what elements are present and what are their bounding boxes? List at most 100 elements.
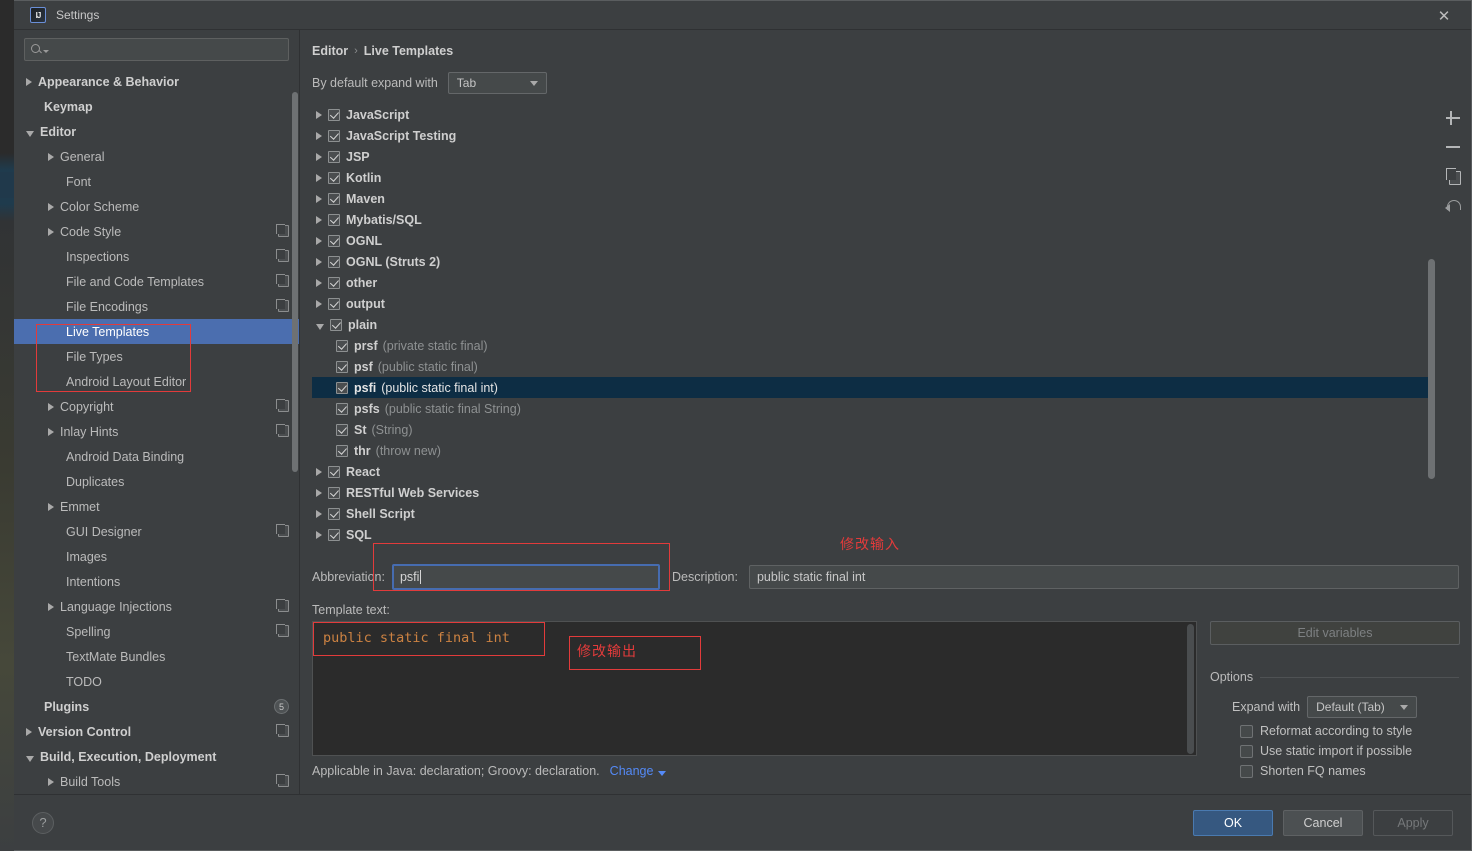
template-editor-scrollbar[interactable]: [1187, 624, 1194, 754]
template-row[interactable]: output: [312, 293, 1435, 314]
template-row[interactable]: Shell Script: [312, 503, 1435, 524]
sidebar-item-plugins[interactable]: Plugins5: [14, 694, 299, 719]
template-checkbox[interactable]: [328, 256, 340, 268]
templates-scrollbar[interactable]: [1428, 259, 1435, 479]
sidebar-scrollbar[interactable]: [292, 92, 298, 472]
template-row[interactable]: JavaScript: [312, 104, 1435, 125]
template-checkbox[interactable]: [336, 361, 348, 373]
template-checkbox[interactable]: [328, 298, 340, 310]
sidebar-item-intentions[interactable]: Intentions: [14, 569, 299, 594]
sidebar-item-images[interactable]: Images: [14, 544, 299, 569]
template-checkbox[interactable]: [328, 529, 340, 541]
ok-button[interactable]: OK: [1193, 810, 1273, 836]
chevron-right-icon[interactable]: [48, 228, 54, 236]
checkbox[interactable]: [1240, 765, 1253, 778]
template-checkbox[interactable]: [328, 508, 340, 520]
template-row[interactable]: prsf(private static final): [312, 335, 1435, 356]
chevron-right-icon[interactable]: [316, 489, 322, 497]
chevron-right-icon[interactable]: [48, 153, 54, 161]
undo-icon[interactable]: [1443, 195, 1463, 215]
template-row[interactable]: thr(throw new): [312, 440, 1435, 461]
templates-tree[interactable]: JavaScriptJavaScript TestingJSPKotlinMav…: [312, 104, 1435, 548]
chevron-right-icon[interactable]: [316, 237, 322, 245]
sidebar-item-android-layout-editor[interactable]: Android Layout Editor: [14, 369, 299, 394]
settings-tree[interactable]: Appearance & BehaviorKeymapEditorGeneral…: [14, 67, 299, 794]
chevron-right-icon[interactable]: [48, 503, 54, 511]
template-checkbox[interactable]: [328, 151, 340, 163]
chevron-right-icon[interactable]: [48, 403, 54, 411]
template-row[interactable]: St(String): [312, 419, 1435, 440]
template-row[interactable]: other: [312, 272, 1435, 293]
template-row[interactable]: RESTful Web Services: [312, 482, 1435, 503]
template-row[interactable]: OGNL (Struts 2): [312, 251, 1435, 272]
chevron-down-icon[interactable]: [26, 756, 34, 762]
template-checkbox[interactable]: [336, 382, 348, 394]
plus-icon[interactable]: [1443, 108, 1463, 128]
option-checkbox-row[interactable]: Reformat according to style: [1210, 724, 1459, 738]
abbreviation-input[interactable]: psfi: [392, 564, 660, 590]
sidebar-item-build-execution-deployment[interactable]: Build, Execution, Deployment: [14, 744, 299, 769]
template-row[interactable]: JSP: [312, 146, 1435, 167]
template-row[interactable]: Mybatis/SQL: [312, 209, 1435, 230]
template-checkbox[interactable]: [328, 130, 340, 142]
chevron-down-icon[interactable]: [26, 131, 34, 137]
template-row[interactable]: JavaScript Testing: [312, 125, 1435, 146]
sidebar-item-build-tools[interactable]: Build Tools: [14, 769, 299, 794]
sidebar-item-inlay-hints[interactable]: Inlay Hints: [14, 419, 299, 444]
help-icon[interactable]: ?: [32, 812, 54, 834]
option-checkbox-row[interactable]: Shorten FQ names: [1210, 764, 1459, 778]
sidebar-item-file-types[interactable]: File Types: [14, 344, 299, 369]
sidebar-item-language-injections[interactable]: Language Injections: [14, 594, 299, 619]
chevron-right-icon[interactable]: [316, 510, 322, 518]
sidebar-item-live-templates[interactable]: Live Templates: [14, 319, 299, 344]
sidebar-item-keymap[interactable]: Keymap: [14, 94, 299, 119]
template-row[interactable]: psf(public static final): [312, 356, 1435, 377]
chevron-right-icon[interactable]: [316, 279, 322, 287]
sidebar-item-todo[interactable]: TODO: [14, 669, 299, 694]
template-checkbox[interactable]: [336, 403, 348, 415]
chevron-right-icon[interactable]: [316, 300, 322, 308]
template-checkbox[interactable]: [328, 193, 340, 205]
template-checkbox[interactable]: [336, 445, 348, 457]
template-row[interactable]: Maven: [312, 188, 1435, 209]
checkbox[interactable]: [1240, 725, 1253, 738]
sidebar-item-textmate-bundles[interactable]: TextMate Bundles: [14, 644, 299, 669]
template-checkbox[interactable]: [328, 277, 340, 289]
sidebar-item-color-scheme[interactable]: Color Scheme: [14, 194, 299, 219]
cancel-button[interactable]: Cancel: [1283, 810, 1363, 836]
sidebar-item-inspections[interactable]: Inspections: [14, 244, 299, 269]
template-checkbox[interactable]: [328, 109, 340, 121]
template-checkbox[interactable]: [336, 424, 348, 436]
chevron-right-icon[interactable]: [48, 778, 54, 786]
template-checkbox[interactable]: [328, 214, 340, 226]
expand-with-select[interactable]: Default (Tab): [1307, 696, 1417, 718]
chevron-right-icon[interactable]: [48, 603, 54, 611]
chevron-right-icon[interactable]: [26, 728, 32, 736]
chevron-right-icon[interactable]: [316, 216, 322, 224]
template-checkbox[interactable]: [328, 172, 340, 184]
sidebar-item-android-data-binding[interactable]: Android Data Binding: [14, 444, 299, 469]
chevron-right-icon[interactable]: [316, 132, 322, 140]
sidebar-item-editor[interactable]: Editor: [14, 119, 299, 144]
template-row[interactable]: plain: [312, 314, 1435, 335]
description-input[interactable]: public static final int: [749, 565, 1459, 589]
checkbox[interactable]: [1240, 745, 1253, 758]
sidebar-item-copyright[interactable]: Copyright: [14, 394, 299, 419]
template-row[interactable]: psfs(public static final String): [312, 398, 1435, 419]
template-checkbox[interactable]: [330, 319, 342, 331]
minus-icon[interactable]: [1443, 137, 1463, 157]
sidebar-item-general[interactable]: General: [14, 144, 299, 169]
template-checkbox[interactable]: [328, 487, 340, 499]
chevron-right-icon[interactable]: [316, 195, 322, 203]
template-text-editor[interactable]: public static final int 修改输出: [312, 621, 1197, 756]
chevron-right-icon[interactable]: [316, 258, 322, 266]
search-input[interactable]: [49, 42, 282, 58]
chevron-right-icon[interactable]: [316, 531, 322, 539]
chevron-right-icon[interactable]: [316, 153, 322, 161]
search-box[interactable]: [24, 38, 289, 61]
sidebar-item-emmet[interactable]: Emmet: [14, 494, 299, 519]
copy-icon[interactable]: [1443, 166, 1463, 186]
default-expand-select[interactable]: Tab: [448, 72, 547, 94]
edit-variables-button[interactable]: Edit variables: [1210, 621, 1460, 645]
template-row[interactable]: psfi(public static final int): [312, 377, 1435, 398]
